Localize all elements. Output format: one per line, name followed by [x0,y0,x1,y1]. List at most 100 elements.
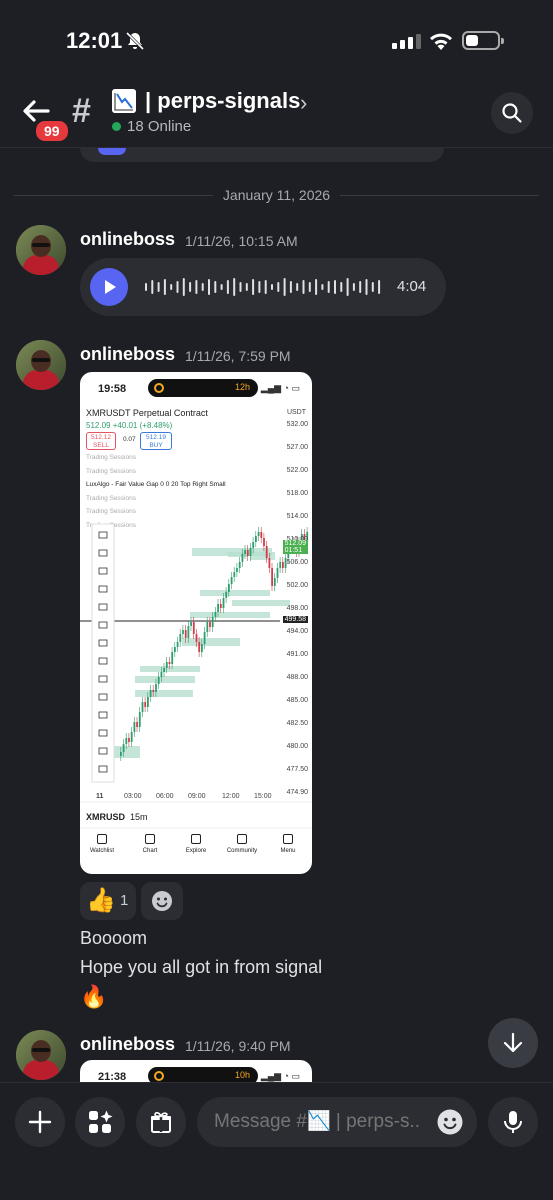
apps-button[interactable] [75,1097,125,1147]
candle [219,604,222,608]
reaction-thumbs-up[interactable]: 👍 1 [80,882,136,920]
channel-header: 99 # | perps-signals › 18 Online [0,80,553,148]
add-attachment-button[interactable] [15,1097,65,1147]
waveform-bar [289,281,292,293]
shot-y-tick: 498.00 [286,605,308,612]
waveform-bar [220,284,223,290]
waveform-bar [334,280,336,294]
shot-x-tick: 15:00 [254,793,272,800]
message-author[interactable]: onlineboss [80,344,175,365]
shot-nav-label: Explore [185,848,207,854]
thumbs-up-icon: 👍 [86,887,116,914]
voice-message[interactable]: 4:04 [80,258,446,316]
shot-y-tick: 488.00 [286,674,308,681]
shot-nav-icon [283,834,293,844]
candle [125,738,128,744]
microphone-button[interactable] [488,1097,538,1147]
search-button[interactable] [491,92,533,134]
waveform-bar [315,279,318,295]
candle [265,546,268,558]
waveform-bar [170,284,173,290]
message-timestamp: 1/11/26, 10:15 AM [185,233,298,249]
fvg-box [182,638,240,646]
candle [190,622,192,626]
candle [228,584,230,592]
candle [176,642,179,647]
channel-hash-icon: # [72,92,91,130]
candle [195,634,198,642]
waveform-bar [359,281,362,293]
candle [201,644,203,652]
shot-nav-icon [237,834,247,844]
fvg-box [200,590,270,596]
candle [203,632,206,644]
online-count-label: 18 Online [127,118,192,135]
message-timestamp: 1/11/26, 7:59 PM [185,348,291,364]
shot-y-tick: 474.90 [286,789,308,796]
fvg-box [135,676,195,683]
candle [160,672,163,677]
message-text: Boooom [80,928,148,948]
candle [257,532,260,536]
channel-name[interactable]: | perps-signals [145,88,300,114]
chevron-right-icon[interactable]: › [300,90,307,116]
message-composer [0,1082,553,1200]
waveform-bar [340,282,343,292]
shot-x-tick: 03:00 [124,793,142,800]
play-button[interactable] [90,268,128,306]
waveform-bar [264,280,267,294]
avatar[interactable] [16,225,66,275]
candle [209,622,211,627]
waveform-bar [277,282,280,292]
waveform-bar [208,279,210,295]
gift-button[interactable] [136,1097,186,1147]
chart-down-emoji-icon [112,89,136,113]
candle [260,532,263,538]
reaction-count: 1 [120,892,129,909]
emoji-picker-icon[interactable] [436,1108,464,1136]
candle [214,612,217,617]
message-timestamp: 1/11/26, 9:40 PM [185,1038,291,1054]
candle [133,722,136,732]
waveform[interactable] [145,277,385,297]
shot-y-tick: 491.00 [286,651,308,658]
message-author[interactable]: onlineboss [80,1034,175,1055]
candle [233,572,236,577]
candle [198,642,201,652]
candle [147,697,149,707]
shot-y-tick: 502.00 [286,582,308,589]
candle [163,668,165,672]
waveform-bar [195,280,198,294]
candle [255,536,257,542]
message-author[interactable]: onlineboss [80,229,175,250]
shot-y-tick: 527.00 [286,444,308,451]
waveform-bar [258,281,261,293]
shot-crosshair-price: 499.58 [282,616,308,623]
candle [184,630,187,638]
previous-message-bubble [80,148,444,162]
candle [211,617,214,627]
avatar[interactable] [16,1030,66,1080]
candle [225,592,228,598]
waveform-bar [189,282,192,292]
waveform-bar [271,284,273,290]
candle [141,702,144,712]
avatar[interactable] [16,340,66,390]
candle [152,690,155,692]
candle [171,652,174,664]
plus-icon [28,1110,52,1134]
fvg-box [140,666,200,672]
search-icon [502,103,522,123]
shot-nav-icon [97,834,107,844]
jump-to-present-button[interactable] [488,1018,538,1068]
candle [244,550,246,554]
shot-y-tick: 480.00 [286,743,308,750]
waveform-bar [371,282,374,292]
candle [263,538,265,546]
waveform-bar [365,279,368,295]
message-input[interactable] [197,1097,477,1147]
candle [238,562,241,568]
image-attachment[interactable]: 19:58 12h ▂▄▆ ◔ ▭ XMRUSDT Perpetual Cont… [80,372,312,874]
add-reaction-button[interactable] [141,882,183,920]
shot-nav-label: Menu [280,848,296,854]
